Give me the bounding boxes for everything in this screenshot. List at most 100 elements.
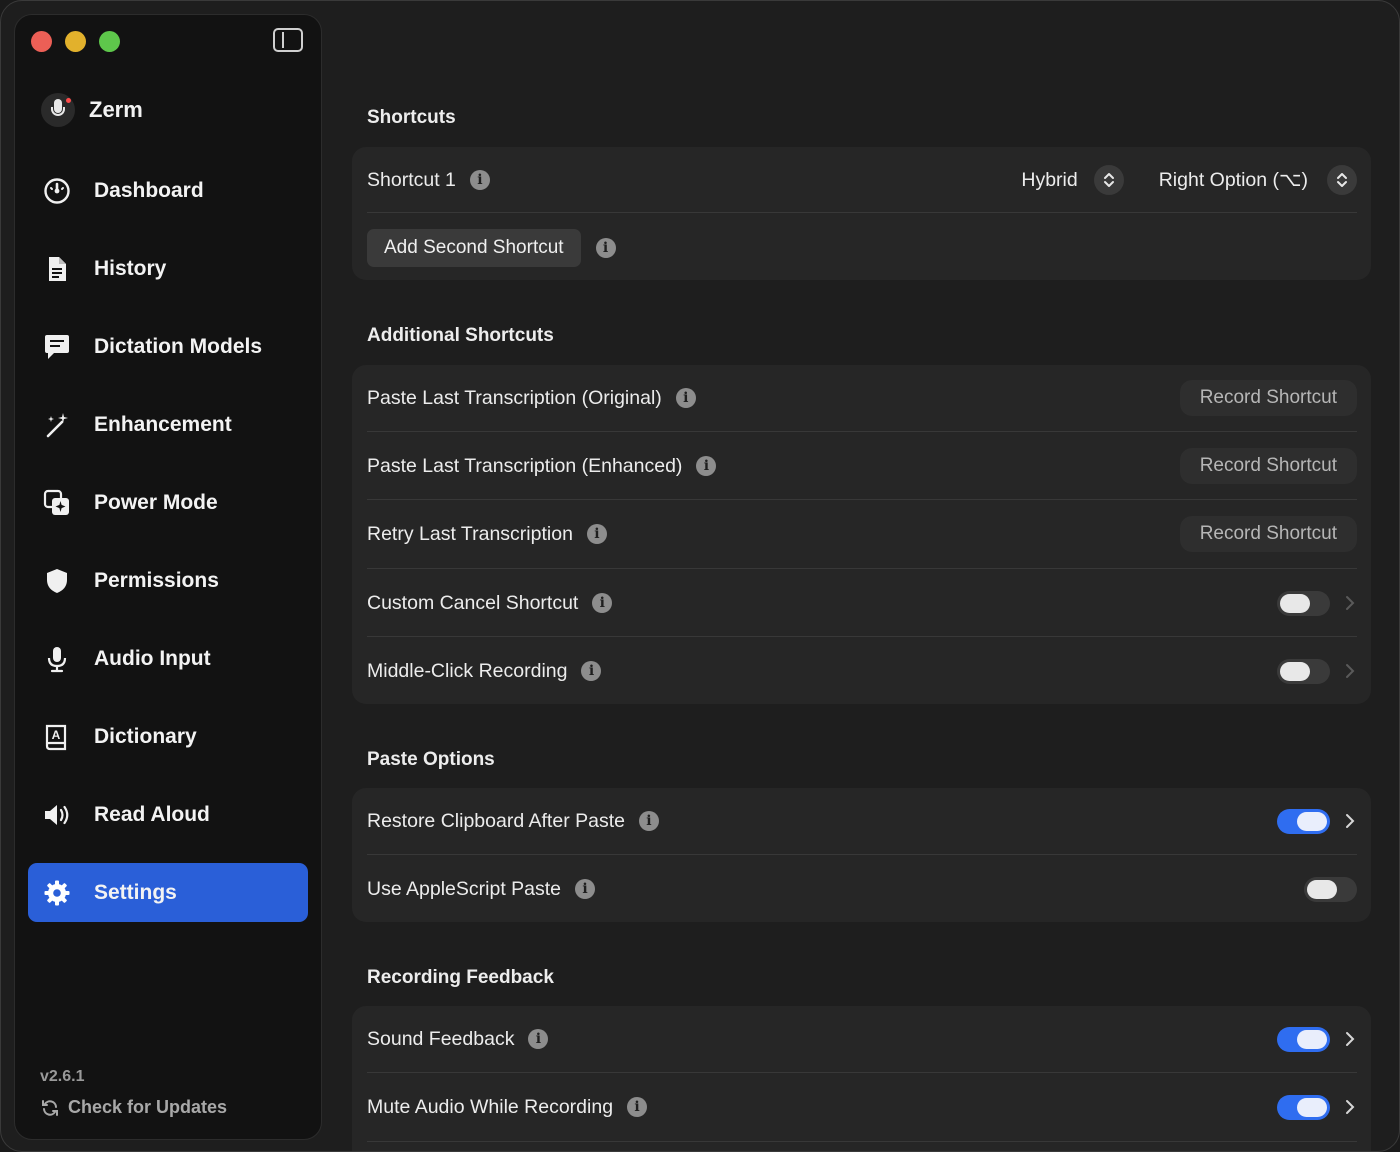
add-second-shortcut-row: Add Second Shortcut i (367, 229, 1357, 267)
power-mode-icon (42, 488, 72, 518)
sidebar-item-enhancement[interactable]: Enhancement (28, 395, 308, 454)
key-select-chevron-icon[interactable] (1327, 165, 1357, 195)
record-shortcut-button[interactable]: Record Shortcut (1179, 516, 1357, 552)
section-title-recording-feedback: Recording Feedback (367, 967, 554, 988)
chevron-right-icon[interactable] (1343, 661, 1357, 681)
info-icon[interactable]: i (586, 524, 607, 544)
divider (367, 568, 1357, 569)
sidebar-item-label: Settings (94, 880, 177, 904)
sidebar-nav: Dashboard History Dictation Models Enhan… (28, 161, 308, 941)
chevron-right-icon[interactable] (1343, 811, 1357, 831)
minimize-window-button[interactable] (65, 31, 86, 52)
sidebar-item-permissions[interactable]: Permissions (28, 551, 308, 610)
chat-bubble-icon (42, 332, 72, 362)
record-shortcut-button[interactable]: Record Shortcut (1179, 448, 1357, 484)
sidebar-item-label: Read Aloud (94, 802, 210, 826)
shield-icon (42, 566, 72, 596)
refresh-icon (42, 1099, 58, 1116)
paste-options-card: Restore Clipboard After Paste i Use Appl… (352, 788, 1371, 922)
app-logo-icon (41, 93, 75, 127)
zoom-window-button[interactable] (99, 31, 120, 52)
svg-text:A: A (52, 728, 61, 742)
shortcut1-label: Shortcut 1 (367, 168, 456, 191)
info-icon[interactable]: i (696, 456, 717, 476)
record-shortcut-button[interactable]: Record Shortcut (1179, 380, 1357, 416)
row-label: Use AppleScript Paste (367, 877, 562, 900)
row-label: Custom Cancel Shortcut (367, 591, 579, 614)
info-icon[interactable]: i (528, 1029, 549, 1049)
sidebar-toggle-icon[interactable] (273, 28, 303, 52)
settings-content: Shortcuts Shortcut 1 i Hybrid Right Opti… (351, 1, 1371, 1151)
divider (367, 1141, 1357, 1142)
sidebar-item-label: Permissions (94, 568, 219, 592)
mute-audio-toggle[interactable] (1277, 1094, 1330, 1120)
middle-click-toggle[interactable] (1277, 658, 1330, 684)
shortcut1-row: Shortcut 1 i Hybrid Right Option (⌥) (367, 164, 1357, 196)
app-window: Zerm Dashboard History Dictation Models (0, 0, 1400, 1152)
list-item: Sound Feedback i (367, 1022, 1357, 1056)
sidebar-item-dashboard[interactable]: Dashboard (28, 161, 308, 220)
mode-select-chevron-icon[interactable] (1093, 165, 1124, 195)
row-label: Restore Clipboard After Paste (367, 809, 625, 832)
divider (367, 431, 1357, 432)
check-for-updates-label: Check for Updates (68, 1097, 228, 1117)
sidebar-item-settings[interactable]: Settings (28, 863, 308, 922)
row-label: Paste Last Transcription (Original) (367, 386, 662, 409)
sidebar-item-label: Audio Input (94, 646, 211, 670)
chevron-right-icon[interactable] (1343, 593, 1357, 613)
shortcut-key-value[interactable]: Right Option (⌥) (1159, 168, 1308, 192)
sidebar-item-history[interactable]: History (28, 239, 308, 298)
sound-feedback-toggle[interactable] (1277, 1026, 1330, 1052)
sidebar-item-dictation-models[interactable]: Dictation Models (28, 317, 308, 376)
sidebar: Zerm Dashboard History Dictation Models (14, 14, 322, 1140)
gauge-icon (42, 176, 72, 206)
info-icon[interactable]: i (627, 1097, 648, 1117)
microphone-icon (42, 644, 72, 674)
chevron-right-icon[interactable] (1343, 1029, 1357, 1049)
window-controls (31, 31, 120, 52)
restore-clipboard-toggle[interactable] (1277, 808, 1330, 834)
additional-shortcuts-card: Paste Last Transcription (Original) i Re… (352, 365, 1371, 704)
info-icon[interactable]: i (638, 811, 659, 831)
list-item: Paste Last Transcription (Enhanced) i Re… (367, 448, 1357, 484)
sidebar-item-audio-input[interactable]: Audio Input (28, 629, 308, 688)
check-for-updates-button[interactable]: Check for Updates (40, 1097, 227, 1118)
info-icon[interactable]: i (675, 388, 696, 408)
dictionary-book-icon: A (42, 722, 72, 752)
sidebar-item-label: Power Mode (94, 490, 218, 514)
speaker-icon (42, 800, 72, 830)
sidebar-item-label: Dashboard (94, 178, 204, 202)
list-item: Use AppleScript Paste i (367, 872, 1357, 906)
sidebar-item-label: Enhancement (94, 412, 232, 436)
divider (367, 1072, 1357, 1073)
sidebar-item-power-mode[interactable]: Power Mode (28, 473, 308, 532)
list-item: Middle-Click Recording i (367, 654, 1357, 688)
custom-cancel-toggle[interactable] (1277, 590, 1330, 616)
close-window-button[interactable] (31, 31, 52, 52)
divider (367, 212, 1357, 213)
chevron-right-icon[interactable] (1343, 1097, 1357, 1117)
info-icon[interactable]: i (469, 170, 490, 190)
list-item: Restore Clipboard After Paste i (367, 804, 1357, 838)
document-icon (42, 254, 72, 284)
info-icon[interactable]: i (575, 879, 596, 899)
gear-icon (42, 878, 72, 908)
add-second-shortcut-button[interactable]: Add Second Shortcut (367, 229, 581, 267)
divider (367, 636, 1357, 637)
list-item: Retry Last Transcription i Record Shortc… (367, 516, 1357, 552)
shortcuts-card: Shortcut 1 i Hybrid Right Option (⌥) Add… (352, 147, 1371, 280)
sidebar-item-read-aloud[interactable]: Read Aloud (28, 785, 308, 844)
row-label: Sound Feedback (367, 1027, 515, 1050)
info-icon[interactable]: i (595, 238, 616, 258)
sidebar-item-label: Dictation Models (94, 334, 263, 358)
applescript-paste-toggle[interactable] (1304, 876, 1357, 902)
info-icon[interactable]: i (581, 661, 602, 681)
sidebar-item-dictionary[interactable]: A Dictionary (28, 707, 308, 766)
list-item: Paste Last Transcription (Original) i Re… (367, 380, 1357, 416)
shortcut-mode-value[interactable]: Hybrid (1021, 169, 1077, 192)
divider (367, 499, 1357, 500)
row-label: Paste Last Transcription (Enhanced) (367, 454, 683, 477)
info-icon[interactable]: i (592, 593, 613, 613)
list-item: Custom Cancel Shortcut i (367, 586, 1357, 620)
app-version: v2.6.1 (40, 1068, 85, 1085)
